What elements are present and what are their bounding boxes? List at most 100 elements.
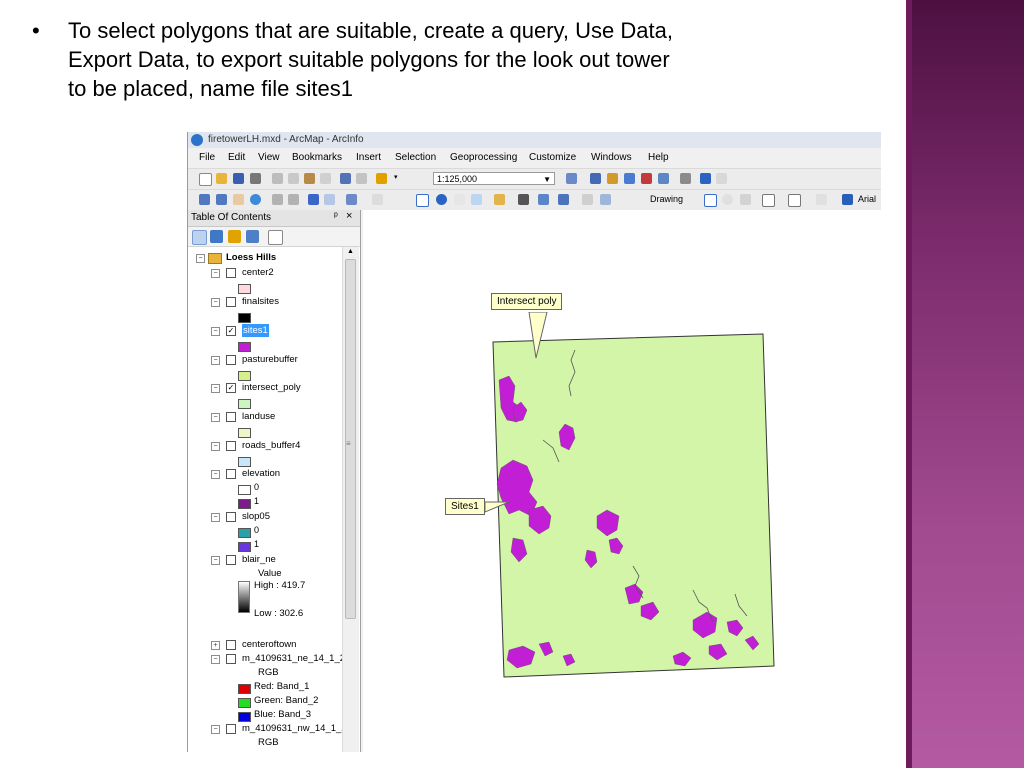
identify-icon[interactable]	[436, 194, 447, 205]
save-icon[interactable]	[233, 173, 244, 184]
collapse-icon[interactable]: −	[196, 254, 205, 263]
paste-icon[interactable]	[304, 173, 315, 184]
create-viewer-window-icon[interactable]	[600, 194, 611, 205]
map-scale-input[interactable]: 1:125,000 ▼	[433, 172, 555, 185]
collapse-icon[interactable]: −	[211, 384, 220, 393]
layer-visibility-checkbox[interactable]	[226, 412, 236, 422]
collapse-icon[interactable]: −	[211, 327, 220, 336]
full-extent-globe-icon[interactable]	[250, 194, 261, 205]
html-popup-icon[interactable]	[471, 194, 482, 205]
menu-selection[interactable]: Selection	[395, 152, 436, 163]
scroll-up-arrow-icon[interactable]: ▲	[347, 248, 354, 255]
chevron-down-icon[interactable]: ▼	[543, 173, 551, 186]
expand-icon[interactable]: +	[211, 641, 220, 650]
layer-visibility-checkbox[interactable]	[226, 724, 236, 734]
layer-visibility-checkbox[interactable]	[226, 640, 236, 650]
collapse-icon[interactable]: −	[211, 655, 220, 664]
editor-toolbar-icon[interactable]	[566, 173, 577, 184]
fixed-zoom-in-icon[interactable]	[272, 194, 283, 205]
map-display[interactable]: Intersect poly Sites1	[363, 210, 881, 752]
collapse-icon[interactable]: −	[211, 269, 220, 278]
table-of-contents-icon[interactable]	[590, 173, 601, 184]
zoom-to-selected-elements-icon[interactable]	[740, 194, 751, 205]
sites1-callout[interactable]: Sites1	[445, 498, 485, 515]
find-route-icon[interactable]	[538, 194, 549, 205]
layer-visibility-checkbox[interactable]: ✓	[226, 326, 236, 336]
menu-file[interactable]: File	[199, 152, 215, 163]
toc-options-icon[interactable]	[268, 230, 283, 245]
collapse-icon[interactable]: −	[211, 556, 220, 565]
open-folder-icon[interactable]	[216, 173, 227, 184]
collapse-icon[interactable]: −	[211, 470, 220, 479]
delete-icon[interactable]	[320, 173, 331, 184]
python-window-icon[interactable]	[658, 173, 669, 184]
catalog-icon[interactable]	[607, 173, 618, 184]
forward-extent-icon[interactable]	[324, 194, 335, 205]
list-by-drawing-order-icon[interactable]	[192, 230, 207, 245]
go-to-xy-icon[interactable]	[558, 194, 569, 205]
menu-insert[interactable]: Insert	[356, 152, 381, 163]
layer-visibility-checkbox[interactable]	[226, 268, 236, 278]
menu-view[interactable]: View	[258, 152, 280, 163]
layer-visibility-checkbox[interactable]	[226, 441, 236, 451]
edit-vertices-icon[interactable]	[816, 194, 827, 205]
copy-icon[interactable]	[288, 173, 299, 184]
menu-customize[interactable]: Customize	[529, 152, 576, 163]
drawing-select-pointer-icon[interactable]	[704, 194, 717, 207]
collapse-icon[interactable]: −	[211, 298, 220, 307]
layer-visibility-checkbox[interactable]	[226, 469, 236, 479]
menu-geoprocessing[interactable]: Geoprocessing	[450, 152, 517, 163]
redo-icon[interactable]	[356, 173, 367, 184]
rectangle-icon[interactable]	[762, 194, 775, 207]
menu-windows[interactable]: Windows	[591, 152, 632, 163]
menu-edit[interactable]: Edit	[228, 152, 245, 163]
measure-icon[interactable]	[494, 194, 505, 205]
collapse-icon[interactable]: −	[211, 442, 220, 451]
cut-icon[interactable]	[272, 173, 283, 184]
drawing-menu[interactable]: Drawing	[650, 194, 683, 204]
hyperlink-icon[interactable]	[454, 194, 465, 205]
find-binoculars-icon[interactable]	[518, 194, 529, 205]
list-by-selection-icon[interactable]	[246, 230, 259, 243]
layer-visibility-checkbox[interactable]	[226, 654, 236, 664]
pan-hand-icon[interactable]	[233, 194, 244, 205]
layer-visibility-checkbox[interactable]: ✓	[226, 383, 236, 393]
callout-icon[interactable]	[788, 194, 801, 207]
list-by-source-icon[interactable]	[210, 230, 223, 243]
arctoolbox-icon[interactable]	[641, 173, 652, 184]
search-window-icon[interactable]	[624, 173, 635, 184]
menu-help[interactable]: Help	[648, 152, 669, 163]
select-elements-pointer-icon[interactable]	[416, 194, 429, 207]
font-icon[interactable]	[842, 194, 853, 205]
back-extent-icon[interactable]	[308, 194, 319, 205]
close-icon[interactable]: ×	[346, 210, 352, 222]
font-name[interactable]: Arial	[858, 194, 876, 204]
select-by-graphics-icon[interactable]	[346, 194, 357, 205]
clear-selection-icon[interactable]	[372, 194, 383, 205]
layer-visibility-checkbox[interactable]	[226, 512, 236, 522]
collapse-icon[interactable]: −	[211, 513, 220, 522]
add-data-dropdown-icon[interactable]: ▾	[394, 173, 405, 184]
whats-this-help-icon[interactable]	[700, 173, 711, 184]
undo-icon[interactable]	[340, 173, 351, 184]
new-document-icon[interactable]	[199, 173, 212, 186]
list-by-visibility-icon[interactable]	[228, 230, 241, 243]
rotate-icon[interactable]	[722, 194, 733, 205]
zoom-out-icon[interactable]	[216, 194, 227, 205]
add-data-icon[interactable]	[376, 173, 387, 184]
collapse-icon[interactable]: −	[211, 413, 220, 422]
toolbar-options-icon[interactable]	[716, 173, 727, 184]
zoom-in-icon[interactable]	[199, 194, 210, 205]
toc-scrollbar[interactable]: ▲ ≡	[342, 247, 359, 752]
layer-visibility-checkbox[interactable]	[226, 355, 236, 365]
menu-bookmarks[interactable]: Bookmarks	[292, 152, 342, 163]
print-icon[interactable]	[250, 173, 261, 184]
time-slider-icon[interactable]	[582, 194, 593, 205]
collapse-icon[interactable]: −	[211, 356, 220, 365]
layer-visibility-checkbox[interactable]	[226, 297, 236, 307]
collapse-icon[interactable]: −	[211, 725, 220, 734]
layer-visibility-checkbox[interactable]	[226, 555, 236, 565]
modelbuilder-icon[interactable]	[680, 173, 691, 184]
fixed-zoom-out-icon[interactable]	[288, 194, 299, 205]
intersect-poly-callout[interactable]: Intersect poly	[491, 293, 563, 310]
